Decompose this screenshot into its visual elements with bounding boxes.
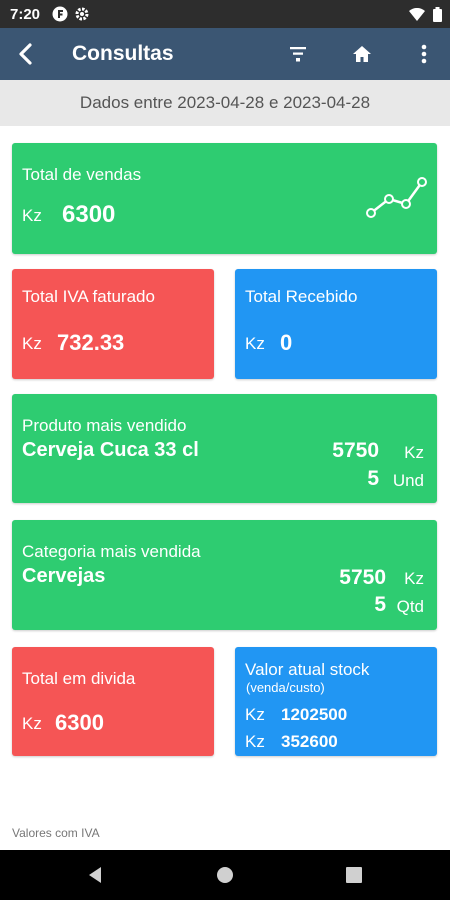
top-product-name: Cerveja Cuca 33 cl	[22, 439, 199, 461]
total-received-title: Total Recebido	[245, 287, 358, 306]
top-product-amount: 5750	[332, 439, 379, 462]
total-sales-currency: Kz	[22, 206, 42, 225]
more-options-button[interactable]	[410, 40, 438, 68]
nav-back-button[interactable]	[83, 863, 107, 887]
top-product-unit: Und	[392, 471, 424, 490]
top-category-qty: 5	[374, 593, 386, 616]
total-received-currency: Kz	[245, 334, 265, 353]
date-range-banner: Dados entre 2023-04-28 e 2023-04-28	[0, 80, 450, 126]
total-sales-value: 6300	[62, 201, 116, 228]
total-debt-card[interactable]: Total em divida Kz 6300	[12, 647, 214, 756]
nav-back-icon	[89, 867, 101, 883]
top-category-title: Categoria mais vendida	[22, 542, 201, 561]
total-sales-title: Total de vendas	[22, 165, 142, 184]
status-time: 7:20	[10, 6, 41, 23]
top-category-card[interactable]: Categoria mais vendida Cervejas 5750 Kz …	[12, 520, 437, 630]
filter-button[interactable]	[284, 40, 312, 68]
nav-home-button[interactable]	[213, 863, 237, 887]
status-bar: 7:20	[0, 0, 450, 28]
footer-note: Valores com IVA	[12, 826, 100, 840]
total-iva-card[interactable]: Total IVA faturado Kz 732.33	[12, 269, 214, 379]
top-product-card[interactable]: Produto mais vendido Cerveja Cuca 33 cl …	[12, 394, 437, 503]
total-debt-currency: Kz	[22, 714, 42, 733]
filter-icon	[290, 47, 306, 62]
total-iva-value: 732.33	[57, 330, 125, 355]
stock-value-card[interactable]: Valor atual stock (venda/custo) Kz 12025…	[235, 647, 437, 756]
stock-cost-value: 352600	[281, 732, 338, 751]
stock-value-subtitle: (venda/custo)	[246, 680, 325, 695]
arrow-back-icon	[19, 43, 32, 65]
total-debt-title: Total em divida	[22, 669, 136, 688]
battery-icon	[433, 7, 442, 27]
top-category-amount: 5750	[339, 566, 386, 589]
top-product-qty: 5	[367, 467, 379, 490]
total-received-value: 0	[280, 330, 293, 355]
stock-cost-currency: Kz	[245, 732, 265, 751]
date-range-text: Dados entre 2023-04-28 e 2023-04-28	[79, 93, 371, 112]
back-button[interactable]	[12, 40, 40, 68]
total-received-card[interactable]: Total Recebido Kz 0	[235, 269, 437, 379]
nav-recents-button[interactable]	[342, 863, 366, 887]
top-category-currency: Kz	[404, 569, 424, 588]
top-product-title: Produto mais vendido	[22, 416, 187, 435]
top-product-currency: Kz	[404, 443, 424, 462]
gear-icon	[74, 6, 90, 27]
stock-sale-currency: Kz	[245, 705, 265, 724]
nav-recents-icon	[346, 867, 362, 883]
more-vert-icon	[421, 44, 427, 64]
f-icon	[52, 6, 68, 27]
navigation-bar	[0, 850, 450, 900]
nav-home-icon	[217, 867, 233, 883]
total-iva-title: Total IVA faturado	[22, 287, 155, 306]
home-icon	[353, 46, 371, 62]
top-category-name: Cervejas	[22, 565, 106, 587]
app-bar: Consultas	[0, 28, 450, 80]
total-debt-value: 6300	[55, 710, 104, 735]
total-sales-card[interactable]: Total de vendas Kz 6300	[12, 143, 437, 254]
wifi-icon	[409, 7, 425, 27]
trend-chart-icon	[366, 177, 427, 218]
stock-value-title: Valor atual stock	[245, 660, 370, 679]
home-button[interactable]	[348, 40, 376, 68]
top-category-unit: Qtd	[396, 597, 424, 616]
page-title: Consultas	[72, 42, 174, 65]
stock-sale-value: 1202500	[281, 705, 348, 724]
total-iva-currency: Kz	[22, 334, 42, 353]
